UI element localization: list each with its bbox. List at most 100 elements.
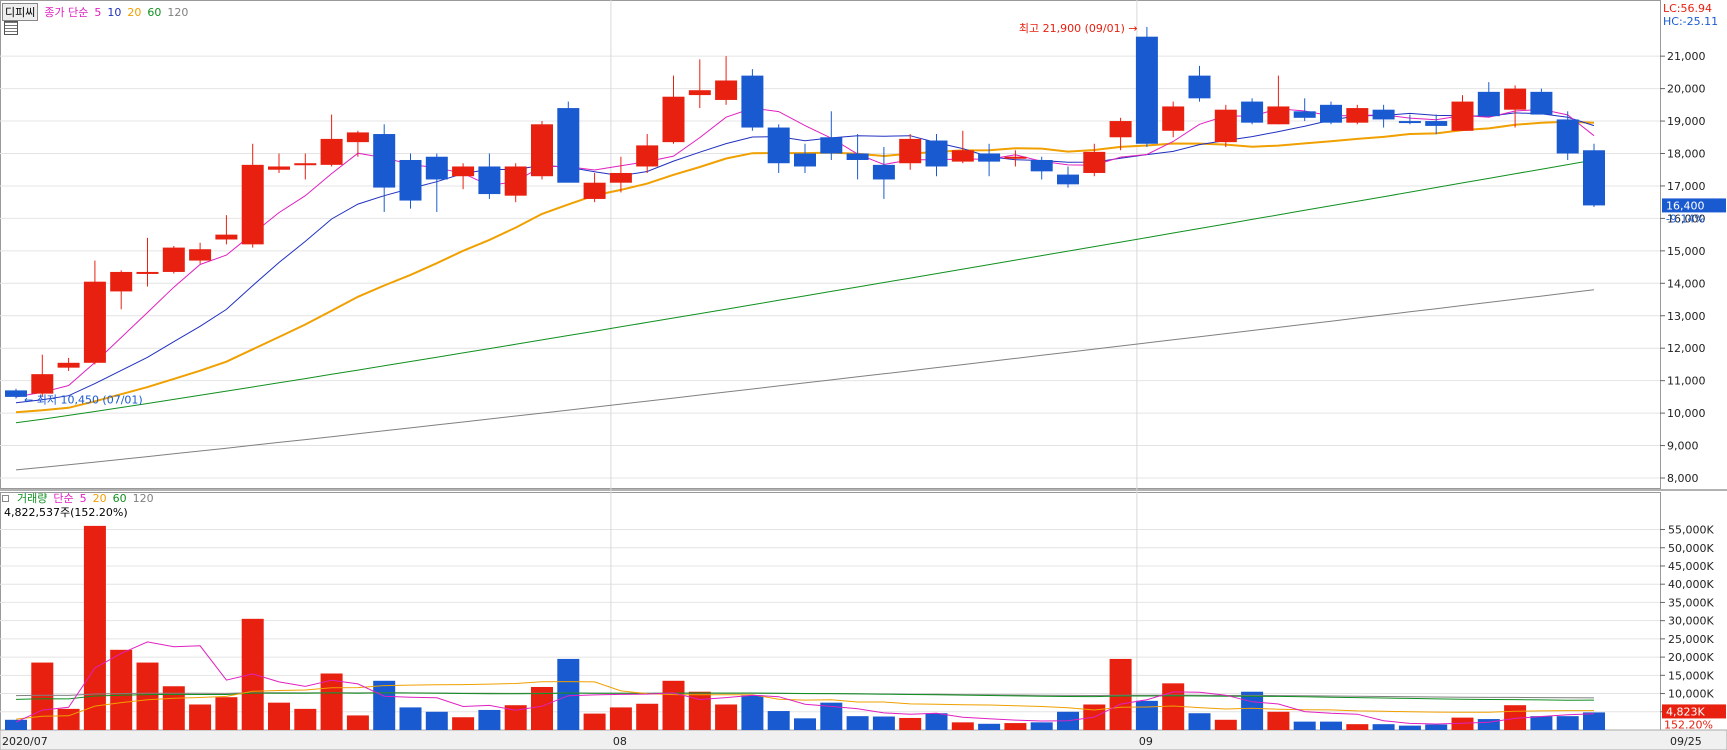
- price-tick-label: 19,000: [1667, 115, 1706, 128]
- candle-body: [925, 140, 948, 167]
- volume-tick-label: 55,000K: [1668, 524, 1714, 537]
- volume-bar: [373, 680, 396, 730]
- candle-body: [1372, 109, 1395, 120]
- last-volume-pct-label: 152.20%: [1664, 718, 1713, 731]
- volume-bar: [1346, 724, 1369, 730]
- candle-body: [1109, 121, 1132, 138]
- x-axis-label: 09: [1139, 735, 1153, 748]
- price-tick-label: 13,000: [1667, 310, 1706, 323]
- x-axis-label: 2020/07: [2, 735, 48, 748]
- price-tick-label: 18,000: [1667, 148, 1706, 161]
- volume-bar: [1530, 716, 1553, 730]
- volume-bar: [31, 662, 54, 730]
- candle-body: [1214, 109, 1237, 143]
- ma120-line: [15, 289, 1595, 471]
- price-tick-label: 17,000: [1667, 180, 1706, 193]
- volume-bar: [268, 702, 290, 730]
- candle-body: [1241, 101, 1264, 123]
- last-change-label: -9.14%: [1666, 212, 1705, 225]
- candle-body: [504, 166, 527, 196]
- volume-bar: [1556, 716, 1579, 730]
- candle-body: [1583, 150, 1605, 206]
- volume-bar: [478, 709, 501, 730]
- volume-tick-label: 20,000K: [1668, 651, 1714, 664]
- volume-bar: [1109, 658, 1132, 730]
- candle-body: [978, 153, 1001, 162]
- volume-panel-icon[interactable]: [2, 494, 9, 502]
- volume-bar: [846, 716, 869, 730]
- candle-body: [57, 362, 80, 368]
- volume-bar: [1425, 724, 1448, 730]
- price-tick-label: 21,000: [1667, 50, 1706, 63]
- candle-body: [1162, 106, 1185, 131]
- high-annotation: 최고 21,900 (09/01) →: [1019, 22, 1138, 35]
- candle-body: [452, 166, 475, 177]
- symbol-tab[interactable]: 디피씨: [2, 3, 39, 21]
- candle-body: [1293, 111, 1316, 118]
- candle-body: [1504, 88, 1527, 110]
- candle-body: [83, 281, 106, 363]
- candle-body: [1267, 106, 1290, 125]
- volume-bar: [925, 713, 948, 730]
- volume-bar: [294, 708, 317, 730]
- last-volume-label: 4,823K: [1666, 705, 1705, 718]
- volume-bar: [767, 711, 790, 730]
- volume-bar: [346, 715, 369, 730]
- volume-bar: [636, 703, 659, 730]
- x-axis-bar: [0, 729, 1727, 750]
- candle-body: [241, 164, 264, 245]
- candle-body: [425, 156, 448, 180]
- volume-bar: [951, 722, 974, 730]
- volume-info: 4,822,537주(152.20%): [4, 506, 128, 519]
- price-tick-label: 20,000: [1667, 83, 1706, 96]
- volume-bar: [215, 697, 238, 730]
- volume-bar: [1372, 724, 1395, 730]
- volume-bar: [872, 716, 895, 730]
- candle-body: [531, 124, 553, 177]
- vma5-label: 5: [79, 491, 87, 505]
- volume-bar: [452, 717, 475, 730]
- low-annotation: ← 최저 10,450 (07/01): [24, 393, 143, 406]
- table-toggle-icon[interactable]: [4, 21, 18, 35]
- price-legend: 디피씨 종가 단순 5 10 20 60 120: [2, 3, 188, 21]
- price-ma-label: 종가 단순: [44, 6, 89, 19]
- vma20-label: 20: [92, 491, 107, 505]
- price-tick-label: 11,000: [1667, 375, 1706, 388]
- volume-tick-label: 25,000K: [1668, 633, 1714, 646]
- candle-body: [846, 153, 869, 160]
- volume-bar: [794, 718, 816, 730]
- vma60-label: 60: [112, 491, 127, 505]
- ma60-label: 60: [147, 5, 162, 19]
- price-tick-label: 12,000: [1667, 342, 1706, 355]
- volume-tick-label: 45,000K: [1668, 560, 1714, 573]
- candle-body: [662, 96, 685, 143]
- candle-body: [1346, 108, 1369, 123]
- candle-body: [1135, 36, 1158, 144]
- candle-body: [110, 271, 133, 292]
- candle-body: [951, 150, 974, 162]
- candle-body: [136, 271, 159, 274]
- volume-tick-label: 15,000K: [1668, 669, 1714, 682]
- ma10-label: 10: [107, 5, 122, 19]
- stock-chart: 8,000 9,000 10,000 11,000 12,000 13,000 14,000…: [0, 0, 1727, 750]
- volume-tick-label: 30,000K: [1668, 615, 1714, 628]
- volume-bar: [1188, 713, 1211, 730]
- candle-body: [688, 90, 711, 96]
- volume-bar: [425, 711, 448, 730]
- volume-bar: [83, 525, 106, 730]
- candle-body: [820, 137, 843, 154]
- candle-body: [215, 234, 238, 240]
- price-tick-label: 8,000: [1667, 472, 1699, 485]
- volume-bar: [57, 708, 80, 730]
- price-tick-label: 10,000: [1667, 407, 1706, 420]
- ma120-label: 120: [167, 5, 189, 19]
- lc-value: LC:56.94: [1663, 2, 1713, 15]
- ma20-label: 20: [127, 5, 142, 19]
- volume-bar: [1241, 691, 1264, 730]
- candle-body: [1425, 121, 1448, 126]
- candle-body: [715, 80, 738, 100]
- candle-body: [268, 166, 290, 170]
- volume-bar: [1267, 711, 1290, 730]
- volume-bar: [557, 658, 580, 730]
- volume-bar: [1030, 722, 1053, 730]
